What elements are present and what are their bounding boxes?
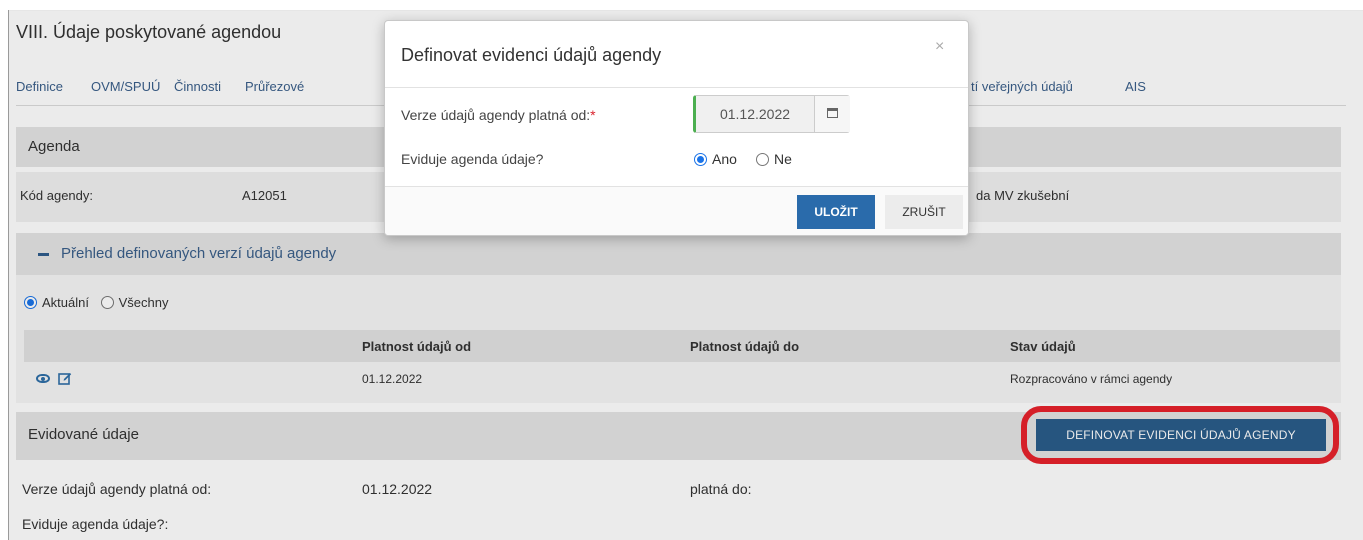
option-ano[interactable]: Ano	[694, 151, 737, 167]
dialog-header-divider	[385, 87, 968, 88]
dialog-title: Definovat evidenci údajů agendy	[401, 45, 662, 65]
option-ano-label: Ano	[712, 151, 737, 167]
date-picker	[693, 95, 850, 133]
define-evidence-dialog: Definovat evidenci údajů agendy × Verze …	[384, 20, 969, 236]
required-mark: *	[590, 107, 596, 123]
page: VIII. Údaje poskytované agendou Definice…	[0, 0, 1363, 540]
calendar-button[interactable]	[814, 96, 850, 132]
option-ne-label: Ne	[774, 151, 792, 167]
date-input[interactable]	[696, 96, 814, 132]
dialog-footer	[385, 187, 968, 235]
radio-checked-icon[interactable]	[694, 153, 707, 166]
option-ne[interactable]: Ne	[756, 151, 792, 167]
evidence-question-label: Eviduje agenda údaje?	[401, 151, 544, 167]
close-icon[interactable]: ×	[935, 38, 944, 56]
radio-unchecked-icon[interactable]	[756, 153, 769, 166]
date-field-label: Verze údajů agendy platná od:*	[401, 107, 596, 123]
cancel-button[interactable]: ZRUŠIT	[885, 195, 963, 229]
save-button[interactable]: ULOŽIT	[797, 195, 875, 229]
calendar-icon	[827, 108, 838, 118]
date-label-text: Verze údajů agendy platná od:	[401, 107, 591, 123]
